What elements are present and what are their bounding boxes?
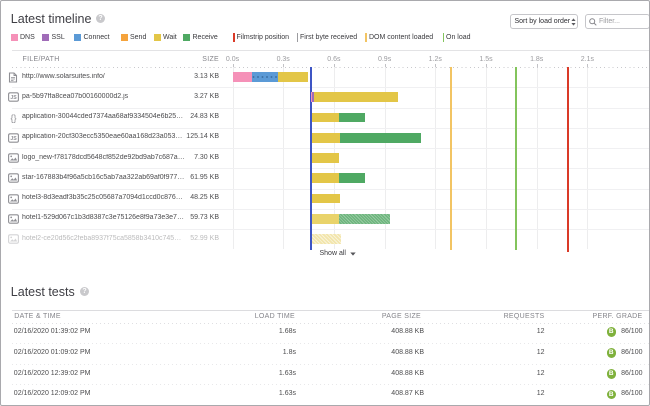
svg-text:JS: JS xyxy=(10,136,17,142)
svg-text:{}: {} xyxy=(10,113,16,123)
svg-text:JS: JS xyxy=(10,96,17,102)
